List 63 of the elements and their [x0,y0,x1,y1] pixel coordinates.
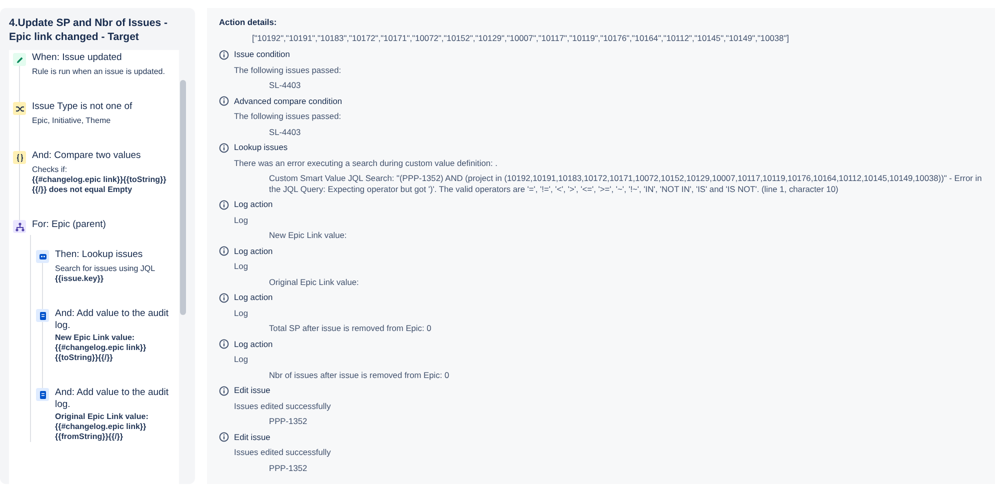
step-description: Rule is run when an issue is updated. [32,67,165,77]
step-detail: {{#changelog.epic link}}{{toString}}{{/}} does not equal Empty [32,175,168,195]
step-title: When: Issue updated [32,52,123,64]
step-title: And: Compare two values [32,150,142,162]
entry-message: Log [234,354,249,364]
step-detail: Original Epic Link value: {{#changelog.epic link}}{{fromString}}{{/}} [55,412,150,442]
document-icon [36,309,49,322]
step-detail: New Epic Link value: {{#changelog.epic link}}{{toString}}{{/}} [55,333,148,363]
info-icon [219,385,229,395]
braces-icon [13,151,26,164]
entry-message: Issues edited successfully [234,400,331,411]
step-description: Checks if: [32,165,68,175]
entry-title: Issue condition [234,49,291,60]
info-icon [219,432,229,442]
entry-title: Lookup issues [234,142,289,152]
entry-title: Log action [234,292,274,302]
entry-title: Edit issue [234,432,272,442]
entry-message: Log [234,214,249,225]
details-heading: Action details: [219,17,278,28]
details-value: ["10192","10191","10183","10172","10171","10072","10152","10129","10007","10117","10119","10176","10164","10112","10145","10149","10038"] [251,32,790,43]
step-title: For: Epic (parent) [32,219,107,231]
step-title: And: Add value to the audit log. [55,387,170,411]
entry-message: Issues edited successfully [234,447,331,458]
info-icon [219,199,229,209]
entry-detail: New Epic Link value: [268,230,347,240]
step-title: Issue Type is not one of [32,101,132,113]
entry-message: There was an error executing a search during custom value definition: . [234,158,498,168]
entry-title: Log action [234,338,274,349]
entry-detail: Custom Smart Value JQL Search: "(PPP-1352) AND (project in (10192,10191,10183,10172,10171,10072,10152,10129,10007,10117,10119,10176,10164,10112,10145,10149,10038))" - Error in the JQL Query: Expecting operator but got ')'. The valid operators are '=', '!=', '<', '>', '<=', '>=', '~', '!~', 'IN', 'NOT IN', 'IS' and 'IS NOT'. (line 1, character 10) [268,173,983,194]
info-icon [219,246,229,256]
info-icon [219,338,229,348]
info-icon [219,96,229,106]
entry-detail: Nbr of issues after issue is removed from Epic: 0 [268,370,450,380]
entry-title: Log action [234,199,274,210]
entry-title: Edit issue [234,385,272,396]
entry-message: Log [234,308,249,318]
entry-detail: Total SP after issue is removed from Epic: 0 [268,323,432,334]
entry-detail: Original Epic Link value: [268,276,359,287]
rule-title: 4.Update SP and Nbr of Issues - Epic link changed - Target [9,16,169,44]
step-detail: {{issue.key}} [55,274,104,284]
scrollbar-thumb[interactable] [180,80,186,315]
entry-message: Log [234,261,249,272]
info-icon [219,49,229,59]
entry-detail: SL-4403 [268,126,302,137]
robot-icon [36,250,49,263]
scrollbar[interactable] [179,50,187,484]
entry-detail: PPP-1352 [268,462,308,473]
info-icon [219,292,229,302]
entry-message: The following issues passed: [234,111,342,122]
entry-detail: SL-4403 [268,80,302,90]
entry-title: Log action [234,246,274,256]
entry-message: The following issues passed: [234,64,342,75]
entry-detail: PPP-1352 [268,416,308,426]
shuffle-icon [13,102,26,115]
info-icon [219,142,229,152]
entry-title: Advanced compare condition [234,96,342,106]
step-title: And: Add value to the audit log. [55,308,170,332]
hierarchy-icon [13,220,26,233]
document-icon [36,388,49,401]
step-description: Epic, Initiative, Theme [32,116,112,126]
pencil-icon [13,53,26,66]
step-title: Then: Lookup issues [55,249,144,261]
step-description: Search for issues using JQL [55,264,156,274]
